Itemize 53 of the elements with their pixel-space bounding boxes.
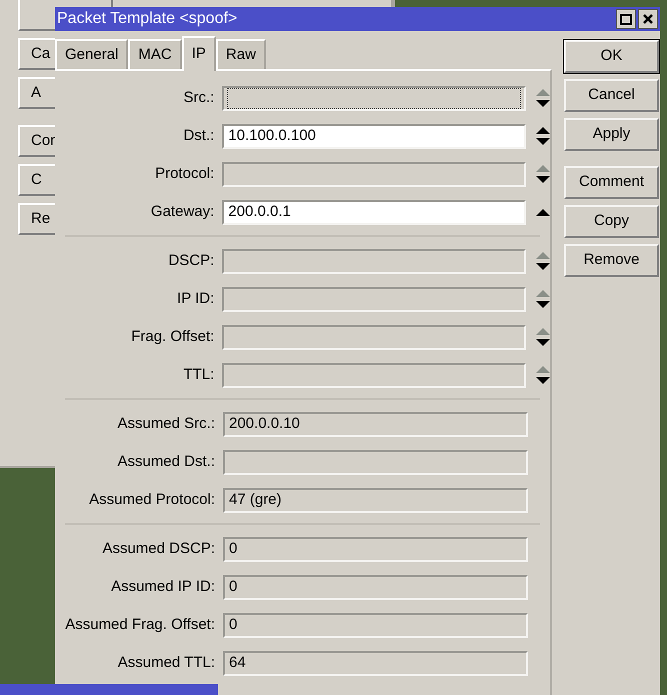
readonly-field: 0: [223, 574, 528, 600]
down-arrow-icon[interactable]: [536, 176, 550, 183]
down-arrow-icon[interactable]: [536, 301, 550, 308]
field-label: Assumed DSCP:: [101, 538, 216, 559]
dialog-button[interactable]: Apply: [564, 118, 659, 151]
field-label: Assumed Dst.:: [116, 452, 216, 472]
input-field[interactable]: [222, 286, 526, 312]
field-label: Assumed Src.:: [116, 414, 216, 434]
tab[interactable]: MAC: [128, 39, 182, 69]
field-label: Gateway:: [150, 202, 216, 222]
field-label: Dst.:: [182, 126, 216, 146]
field-label: Assumed IP ID:: [110, 576, 216, 597]
maximize-icon: [620, 14, 632, 24]
input-field[interactable]: 10.100.0.100: [222, 124, 526, 148]
down-arrow-icon[interactable]: [536, 339, 550, 346]
dialog-button[interactable]: Remove: [564, 244, 659, 277]
up-arrow-icon[interactable]: [536, 208, 550, 216]
field-label: IP ID:: [176, 288, 216, 309]
field-label: Assumed Protocol:: [88, 490, 216, 510]
dialog-button[interactable]: OK: [564, 40, 659, 73]
dialog-button[interactable]: Cancel: [564, 79, 659, 112]
down-arrow-icon[interactable]: [536, 138, 550, 145]
field-label: DSCP:: [167, 250, 216, 271]
input-field[interactable]: [222, 162, 526, 186]
tab[interactable]: Raw: [216, 39, 266, 69]
down-arrow-icon[interactable]: [536, 100, 550, 107]
readonly-field: 0: [223, 536, 528, 562]
close-button[interactable]: [638, 9, 658, 29]
dialog-button[interactable]: Comment: [564, 166, 659, 199]
input-field[interactable]: [222, 362, 526, 388]
field-label: Assumed TTL:: [116, 652, 216, 673]
field-label: Protocol:: [154, 164, 216, 184]
maximize-button[interactable]: [616, 9, 636, 29]
readonly-field: 64: [223, 650, 528, 676]
tab[interactable]: IP: [182, 36, 216, 71]
dialog-button[interactable]: Copy: [564, 205, 659, 238]
tab[interactable]: General: [55, 39, 128, 69]
readonly-field: 0: [223, 612, 528, 638]
field-label: Src.:: [182, 88, 216, 108]
close-icon: [643, 14, 653, 24]
field-label: TTL:: [182, 364, 216, 385]
field-label: Assumed Frag. Offset:: [64, 614, 216, 635]
up-arrow-icon[interactable]: [536, 127, 550, 134]
input-field[interactable]: [222, 86, 526, 110]
field-label: Frag. Offset:: [130, 326, 216, 347]
window-title: Packet Template <spoof>: [57, 9, 238, 29]
down-arrow-icon[interactable]: [536, 377, 550, 384]
readonly-field: 47 (gre): [223, 488, 528, 512]
readonly-field: 200.0.0.10: [223, 412, 528, 436]
input-field[interactable]: [222, 248, 526, 274]
input-field[interactable]: 200.0.0.1: [222, 200, 526, 224]
down-arrow-icon[interactable]: [536, 263, 550, 270]
input-field[interactable]: [222, 324, 526, 350]
